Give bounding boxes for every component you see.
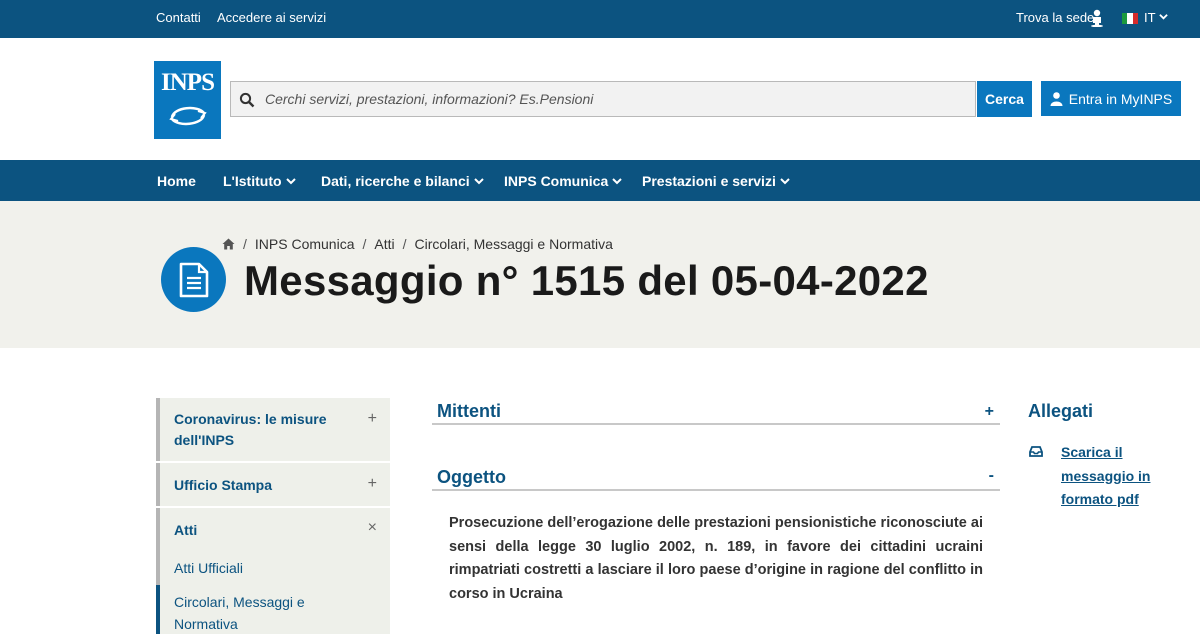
expand-plus-icon[interactable]: + bbox=[368, 475, 377, 493]
person-pin-icon[interactable] bbox=[1090, 9, 1104, 27]
italy-flag-icon[interactable] bbox=[1122, 13, 1138, 24]
allegati-title: Allegati bbox=[1028, 401, 1094, 421]
sidebar-item-ufficio-stampa[interactable]: Ufficio Stampa + bbox=[156, 463, 390, 506]
sidebar-subitem-label: Atti Ufficiali bbox=[174, 560, 243, 576]
search-box bbox=[230, 81, 976, 117]
document-badge bbox=[161, 247, 226, 312]
nav-item-dati[interactable]: Dati, ricerche e bilanci bbox=[321, 173, 484, 189]
nav-item-istituto[interactable]: L'Istituto bbox=[223, 173, 296, 189]
inps-logo[interactable]: INPS bbox=[154, 61, 221, 139]
accedere-servizi-link[interactable]: Accedere ai servizi bbox=[217, 10, 326, 25]
language-selector[interactable]: IT bbox=[1144, 10, 1156, 25]
oggetto-text: Prosecuzione dell’erogazione delle prest… bbox=[449, 515, 983, 602]
label-line: Circolari, Messaggi e bbox=[174, 594, 305, 610]
sidebar-subitem-label: Circolari, Messaggi e Normativa bbox=[174, 591, 305, 634]
nav-item-prestazioni[interactable]: Prestazioni e servizi bbox=[642, 173, 790, 189]
trova-sede-link[interactable]: Trova la sede bbox=[1016, 10, 1094, 25]
label-line: Coronavirus: le misure bbox=[174, 411, 327, 427]
collapse-minus-icon[interactable]: - bbox=[989, 467, 994, 485]
breadcrumb-item[interactable]: Atti bbox=[374, 236, 394, 252]
sidebar-item-atti[interactable]: Atti × bbox=[156, 508, 390, 553]
nav-label: INPS Comunica bbox=[504, 173, 609, 189]
sidebar-subitem-atti-ufficiali[interactable]: Atti Ufficiali bbox=[156, 553, 390, 585]
oggetto-title: Oggetto bbox=[437, 467, 506, 487]
nav-label: Prestazioni e servizi bbox=[642, 173, 776, 189]
search-input[interactable] bbox=[265, 86, 965, 112]
nav-label: Home bbox=[157, 173, 196, 189]
sidebar-item-label: Atti bbox=[174, 522, 198, 538]
header: INPS Cerca Entra in MyINPS bbox=[0, 38, 1200, 160]
breadcrumb-item[interactable]: INPS Comunica bbox=[255, 236, 355, 252]
inbox-download-icon[interactable] bbox=[1029, 444, 1043, 458]
chevron-down-icon bbox=[473, 178, 484, 185]
expand-plus-icon[interactable]: + bbox=[985, 403, 994, 421]
sidebar: Coronavirus: le misure dell'INPS + Uffic… bbox=[156, 398, 390, 634]
main-nav: Home L'Istituto Dati, ricerche e bilanci… bbox=[0, 160, 1200, 201]
page-title: Messaggio n° 1515 del 05-04-2022 bbox=[244, 257, 929, 304]
nav-item-comunica[interactable]: INPS Comunica bbox=[504, 173, 622, 189]
myinps-label: Entra in MyINPS bbox=[1068, 90, 1173, 107]
nav-label: L'Istituto bbox=[223, 173, 282, 189]
nav-label: Dati, ricerche e bilanci bbox=[321, 173, 470, 189]
expand-plus-icon[interactable]: + bbox=[368, 410, 377, 428]
chevron-down-icon[interactable] bbox=[1159, 12, 1168, 21]
top-bar: Contatti Accedere ai servizi Trova la se… bbox=[0, 0, 1200, 38]
breadcrumb-separator: / bbox=[402, 236, 407, 252]
document-icon bbox=[179, 262, 209, 298]
mittenti-title: Mittenti bbox=[437, 401, 501, 421]
chevron-down-icon bbox=[285, 178, 296, 185]
sidebar-subitem-circolari[interactable]: Circolari, Messaggi e Normativa bbox=[156, 585, 390, 634]
contatti-link[interactable]: Contatti bbox=[156, 10, 201, 25]
download-pdf-link[interactable]: Scarica il messaggio in formato pdf bbox=[1061, 441, 1151, 512]
home-icon[interactable] bbox=[222, 238, 235, 250]
user-icon bbox=[1050, 91, 1063, 106]
logo-text: INPS bbox=[161, 69, 215, 96]
chevron-down-icon bbox=[780, 178, 790, 185]
nav-item-home[interactable]: Home bbox=[157, 173, 196, 189]
mittenti-section-header[interactable]: Mittenti + bbox=[432, 401, 1000, 425]
oggetto-section-header[interactable]: Oggetto - bbox=[432, 467, 1000, 491]
label-line: dell'INPS bbox=[174, 432, 235, 448]
breadcrumb: / INPS Comunica / Atti / Circolari, Mess… bbox=[222, 236, 613, 252]
sidebar-item-label: Ufficio Stampa bbox=[174, 477, 273, 493]
label-line: Normativa bbox=[174, 616, 238, 632]
breadcrumb-separator: / bbox=[243, 236, 247, 252]
page-hero: / INPS Comunica / Atti / Circolari, Mess… bbox=[0, 201, 1200, 348]
collapse-close-icon[interactable]: × bbox=[368, 519, 377, 537]
chevron-down-icon bbox=[612, 178, 622, 185]
entra-myinps-button[interactable]: Entra in MyINPS bbox=[1041, 81, 1181, 116]
logo-swirl-icon bbox=[169, 106, 207, 126]
sidebar-item-coronavirus[interactable]: Coronavirus: le misure dell'INPS + bbox=[156, 398, 390, 461]
breadcrumb-item[interactable]: Circolari, Messaggi e Normativa bbox=[415, 236, 613, 252]
breadcrumb-separator: / bbox=[362, 236, 367, 252]
cerca-button[interactable]: Cerca bbox=[977, 81, 1032, 117]
search-icon bbox=[239, 92, 255, 108]
sidebar-item-label: Coronavirus: le misure dell'INPS bbox=[174, 409, 327, 451]
